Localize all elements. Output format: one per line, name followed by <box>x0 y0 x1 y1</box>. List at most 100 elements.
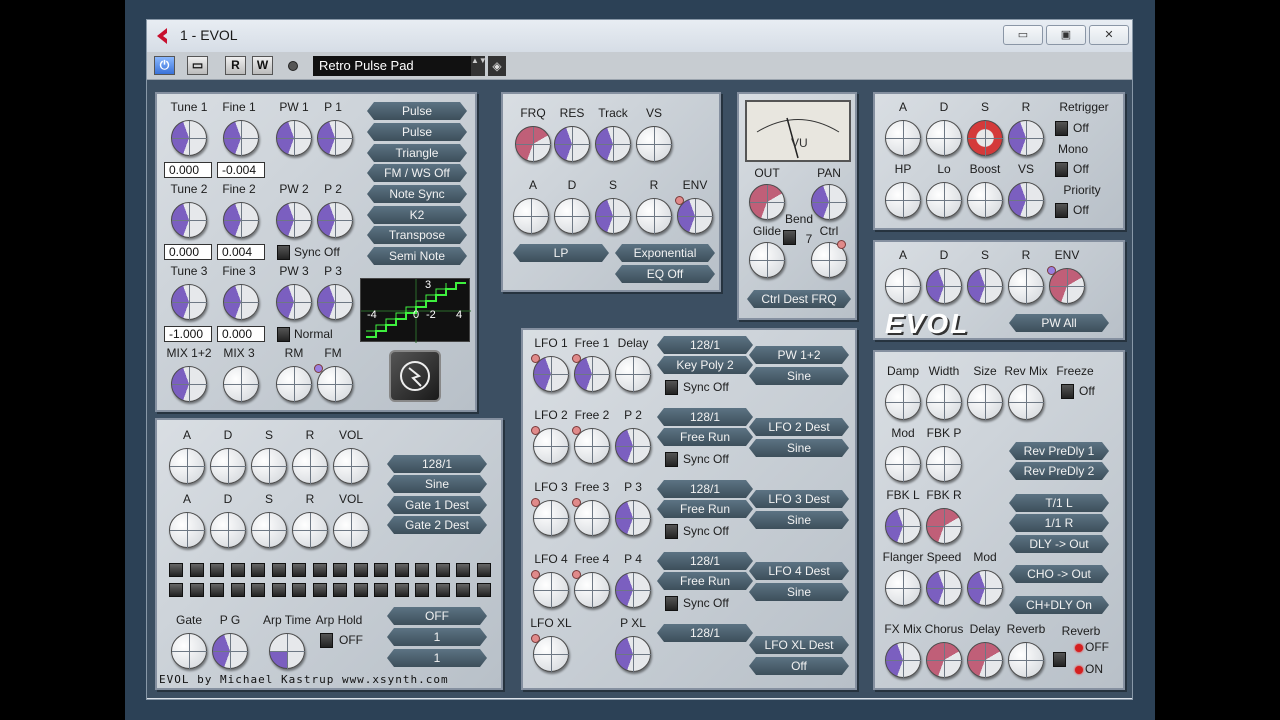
fm-ws-button[interactable]: FM / WS Off <box>367 164 467 182</box>
lfo-param-knob[interactable] <box>615 500 651 536</box>
sequencer-step[interactable] <box>394 583 409 597</box>
sequencer-step[interactable] <box>210 583 224 597</box>
delay-time-right-button[interactable]: 1/1 R <box>1009 514 1109 532</box>
sequencer-step[interactable] <box>476 563 491 577</box>
semi-note-button[interactable]: Semi Note <box>367 247 467 265</box>
sequencer-step[interactable] <box>333 583 347 597</box>
lfo-param-knob[interactable] <box>615 356 651 392</box>
delay-knob[interactable] <box>967 642 1003 678</box>
p1-knob[interactable] <box>317 120 353 156</box>
preset-name-field[interactable]: Retro Pulse Pad <box>313 56 485 76</box>
sequencer-step[interactable] <box>251 583 265 597</box>
sequencer-step[interactable] <box>374 563 388 577</box>
note-sync-button[interactable]: Note Sync <box>367 185 467 203</box>
amp-release-knob[interactable] <box>1008 120 1044 156</box>
vs-knob[interactable] <box>636 126 672 162</box>
osc1-wave-button[interactable]: Pulse <box>367 102 467 120</box>
lfo-param-knob[interactable] <box>615 428 651 464</box>
gate1-sustain-knob[interactable] <box>251 448 287 484</box>
arp-hold-switch[interactable] <box>320 633 333 648</box>
eq-button[interactable]: EQ Off <box>615 265 715 283</box>
res-knob[interactable] <box>554 126 590 162</box>
sequencer-step[interactable] <box>353 583 368 597</box>
width-knob[interactable] <box>926 384 962 420</box>
lfo-param-knob[interactable] <box>615 572 651 608</box>
pw3-knob[interactable] <box>276 284 312 320</box>
lfo-sync-switch[interactable] <box>665 524 678 539</box>
sequencer-step[interactable] <box>230 583 245 597</box>
p2-knob[interactable] <box>317 202 353 238</box>
k2-button[interactable]: K2 <box>367 206 467 224</box>
fine2-value[interactable]: 0.004 <box>217 244 265 260</box>
transpose-button[interactable]: Transpose <box>367 226 467 244</box>
gate1-release-knob[interactable] <box>292 448 328 484</box>
filter-attack-knob[interactable] <box>513 198 549 234</box>
lfo-sync-switch[interactable] <box>665 452 678 467</box>
sequencer-step[interactable] <box>169 563 183 577</box>
speed-knob[interactable] <box>926 570 962 606</box>
p-xl-knob[interactable] <box>615 636 651 672</box>
ch-dly-button[interactable]: CH+DLY On <box>1009 596 1109 614</box>
sequencer-step[interactable] <box>271 563 286 577</box>
lfo-wave-button[interactable]: Sine <box>749 367 849 385</box>
lo-knob[interactable] <box>926 182 962 218</box>
pg-knob[interactable] <box>212 633 248 669</box>
rev-predly2-button[interactable]: Rev PreDly 2 <box>1009 462 1109 480</box>
close-button[interactable]: ✕ <box>1089 25 1129 45</box>
sequencer-step[interactable] <box>456 563 470 577</box>
fbkr-knob[interactable] <box>926 508 962 544</box>
lfo-xl-mode-button[interactable]: Off <box>749 657 849 675</box>
sequencer-step[interactable] <box>394 563 409 577</box>
fine1-knob[interactable] <box>223 120 259 156</box>
mono-switch[interactable] <box>1055 162 1068 177</box>
lfo-rate-button[interactable]: 128/1 <box>657 552 753 570</box>
osc3-wave-button[interactable]: Triangle <box>367 144 467 162</box>
sequencer-step[interactable] <box>292 563 306 577</box>
fxmix-knob[interactable] <box>885 642 921 678</box>
retrigger-switch[interactable] <box>1055 121 1068 136</box>
gate-rate-button[interactable]: 128/1 <box>387 455 487 473</box>
filter-curve-button[interactable]: Exponential <box>615 244 715 262</box>
normal-switch[interactable] <box>277 327 290 342</box>
lfo-rate-button[interactable]: 128/1 <box>657 336 753 354</box>
chorus-knob[interactable] <box>926 642 962 678</box>
random-patch-icon[interactable] <box>389 350 441 402</box>
gate2-dest-button[interactable]: Gate 2 Dest <box>387 516 487 534</box>
gate2-decay-knob[interactable] <box>210 512 246 548</box>
arp-step-button[interactable]: 1 <box>387 649 487 667</box>
tune1-knob[interactable] <box>171 120 207 156</box>
lfo-xl-dest-button[interactable]: LFO XL Dest <box>749 636 849 654</box>
gate1-volume-knob[interactable] <box>333 448 369 484</box>
damp-knob[interactable] <box>885 384 921 420</box>
fine2-knob[interactable] <box>223 202 259 238</box>
sequencer-step[interactable] <box>374 583 388 597</box>
tune3-knob[interactable] <box>171 284 207 320</box>
minimize-button[interactable]: ▭ <box>1003 25 1043 45</box>
gate2-volume-knob[interactable] <box>333 512 369 548</box>
sequencer-step[interactable] <box>271 583 286 597</box>
freeze-switch[interactable] <box>1061 384 1074 399</box>
fm-knob[interactable] <box>317 366 353 402</box>
sequencer-step[interactable] <box>292 583 306 597</box>
bypass-button[interactable]: ▭ <box>187 56 208 75</box>
preset-arrows[interactable]: ▲▼ <box>471 56 487 76</box>
gate-wave-button[interactable]: Sine <box>387 475 487 493</box>
delay-time-left-button[interactable]: T/1 L <box>1009 494 1109 512</box>
sync-switch[interactable] <box>277 245 290 260</box>
sequencer-step[interactable] <box>476 583 491 597</box>
frq-knob[interactable] <box>515 126 551 162</box>
power-button[interactable]: ⏻ <box>154 56 175 75</box>
fbkl-knob[interactable] <box>885 508 921 544</box>
rev-predly1-button[interactable]: Rev PreDly 1 <box>1009 442 1109 460</box>
gate1-attack-knob[interactable] <box>169 448 205 484</box>
bend-switch[interactable] <box>783 230 796 245</box>
sequencer-step[interactable] <box>333 563 347 577</box>
pw2-knob[interactable] <box>276 202 312 238</box>
sequencer-step[interactable] <box>230 563 245 577</box>
sequencer-step[interactable] <box>435 583 450 597</box>
osc2-wave-button[interactable]: Pulse <box>367 123 467 141</box>
filter-sustain-knob[interactable] <box>595 198 631 234</box>
env2-release-knob[interactable] <box>1008 268 1044 304</box>
mod-knob[interactable] <box>885 446 921 482</box>
size-knob[interactable] <box>967 384 1003 420</box>
